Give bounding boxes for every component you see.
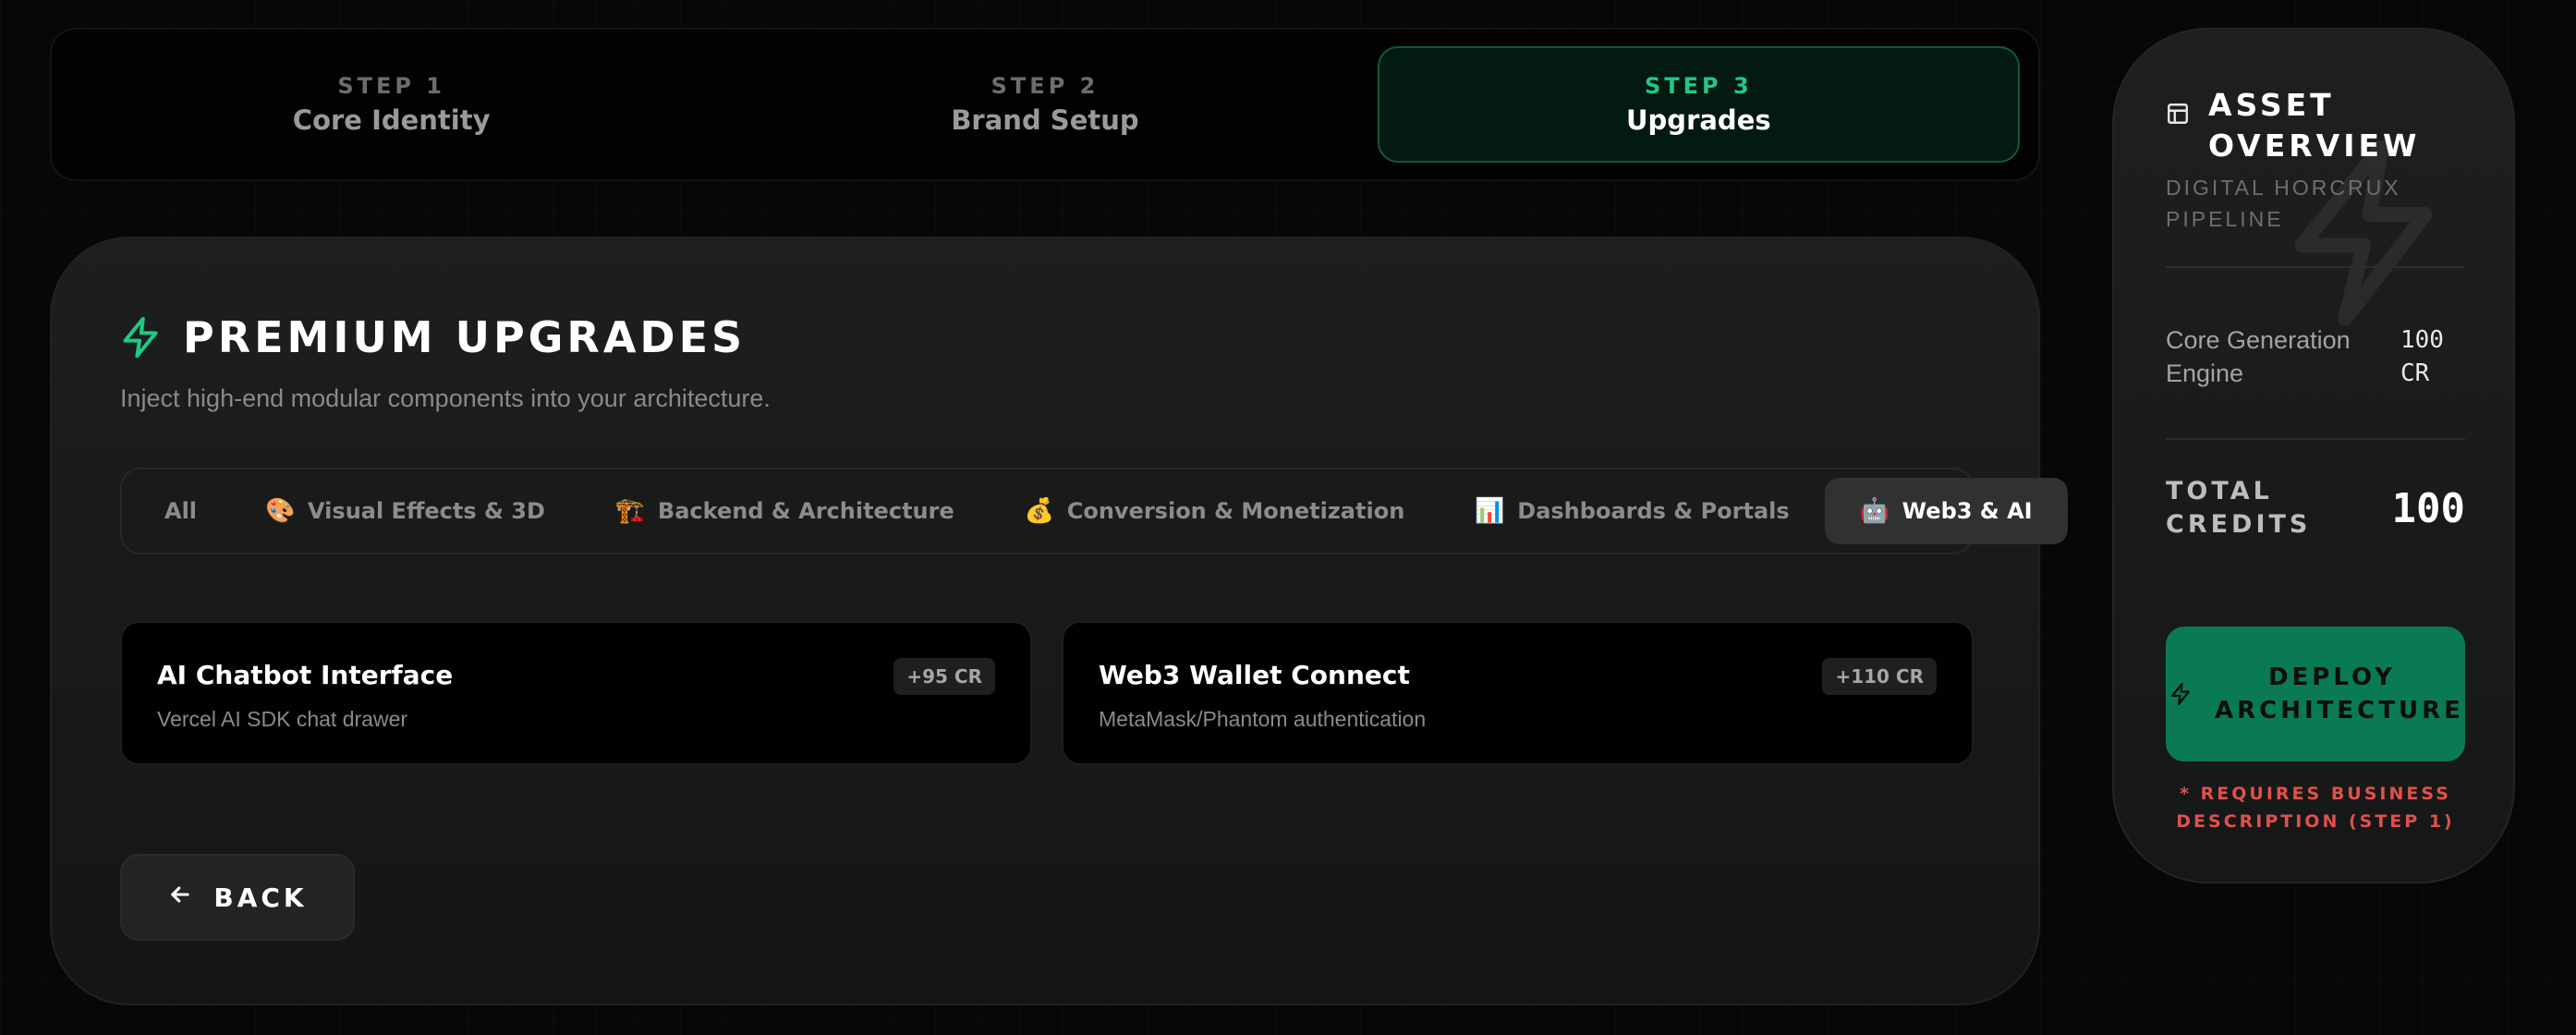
step-name: Core Identity xyxy=(292,104,491,136)
category-tabs: All 🎨 Visual Effects & 3D 🏗️ Backend & A… xyxy=(120,468,2068,554)
tab-web3-ai[interactable]: 🤖 Web3 & AI xyxy=(1824,478,2068,544)
back-label: BACK xyxy=(213,882,308,913)
upgrade-card-ai-chatbot[interactable]: AI Chatbot Interface Vercel AI SDK chat … xyxy=(120,621,1032,765)
card-description: Vercel AI SDK chat drawer xyxy=(157,707,408,731)
step-upgrades[interactable]: STEP 3 Upgrades xyxy=(1377,46,2020,163)
palette-icon: 🎨 xyxy=(265,497,296,525)
back-button[interactable]: BACK xyxy=(120,854,355,941)
overview-title: ASSET OVERVIEW xyxy=(2208,87,2421,164)
panel-header: PREMIUM UPGRADES xyxy=(120,312,746,362)
tab-label: All xyxy=(164,498,198,524)
step-progress-bar: STEP 1 Core Identity STEP 2 Brand Setup … xyxy=(50,28,2040,181)
divider xyxy=(2166,438,2465,440)
tab-label: Dashboards & Portals xyxy=(1517,498,1790,524)
bar-chart-icon: 📊 xyxy=(1475,497,1505,525)
divider xyxy=(2166,266,2465,268)
tab-conversion-monetization[interactable]: 💰 Conversion & Monetization xyxy=(990,478,1440,544)
tab-label: Conversion & Monetization xyxy=(1066,498,1405,524)
step-number: STEP 2 xyxy=(990,73,1100,99)
overview-header: ASSET OVERVIEW xyxy=(2166,85,2430,166)
money-bag-icon: 💰 xyxy=(1024,497,1055,525)
step-brand-setup[interactable]: STEP 2 Brand Setup xyxy=(723,46,1366,163)
tab-label: Backend & Architecture xyxy=(657,498,954,524)
page-title: PREMIUM UPGRADES xyxy=(183,312,747,362)
lightning-bolt-watermark-icon xyxy=(2290,139,2437,330)
arrow-left-icon xyxy=(167,882,193,914)
upgrades-panel: PREMIUM UPGRADES Inject high-end modular… xyxy=(50,237,2068,1005)
step-name: Brand Setup xyxy=(951,104,1139,136)
construction-icon: 🏗️ xyxy=(614,497,646,525)
lightning-bolt-icon xyxy=(2169,682,2192,715)
overview-subtitle: DIGITAL HORCRUX PIPELINE xyxy=(2166,176,2401,231)
robot-icon: 🤖 xyxy=(1859,497,1890,525)
cost-badge: +95 CR xyxy=(893,658,995,695)
line-item-value: 100 CR xyxy=(2400,326,2444,387)
layout-icon xyxy=(2166,102,2190,130)
upgrade-card-web3-wallet[interactable]: Web3 Wallet Connect MetaMask/Phantom aut… xyxy=(1062,621,1974,765)
asset-overview-panel: ASSET OVERVIEW DIGITAL HORCRUX PIPELINE … xyxy=(2112,28,2515,883)
step-core-identity[interactable]: STEP 1 Core Identity xyxy=(70,46,712,163)
requirement-warning: * REQUIRES BUSINESS DESCRIPTION (STEP 1) xyxy=(2176,784,2455,832)
tab-visual-effects[interactable]: 🎨 Visual Effects & 3D xyxy=(230,478,580,544)
step-number: STEP 3 xyxy=(1644,73,1753,99)
tab-label: Web3 & AI xyxy=(1902,498,2033,524)
total-row: TOTAL CREDITS 100 xyxy=(2166,475,2465,542)
card-description: MetaMask/Phantom authentication xyxy=(1099,707,1427,731)
tab-label: Visual Effects & 3D xyxy=(308,498,545,524)
tab-all[interactable]: All xyxy=(129,478,230,544)
deploy-label: DEPLOY ARCHITECTURE xyxy=(2215,664,2464,724)
cost-badge: +110 CR xyxy=(1822,658,1937,695)
step-name: Upgrades xyxy=(1626,104,1771,136)
upgrade-card-list: AI Chatbot Interface Vercel AI SDK chat … xyxy=(120,621,1974,765)
deploy-architecture-button[interactable]: DEPLOY ARCHITECTURE xyxy=(2166,627,2465,761)
card-title: Web3 Wallet Connect xyxy=(1099,660,1410,690)
lightning-bolt-icon xyxy=(120,315,161,359)
step-number: STEP 1 xyxy=(337,73,446,99)
tab-dashboards-portals[interactable]: 📊 Dashboards & Portals xyxy=(1440,478,1824,544)
total-value: 100 xyxy=(2391,484,2465,532)
tab-backend-architecture[interactable]: 🏗️ Backend & Architecture xyxy=(580,478,990,544)
card-title: AI Chatbot Interface xyxy=(157,660,454,690)
line-item-label: Core Generation Engine xyxy=(2166,326,2351,387)
total-label: TOTAL CREDITS xyxy=(2166,477,2312,539)
line-item: Core Generation Engine 100 CR xyxy=(2166,323,2465,390)
page-subtitle: Inject high-end modular components into … xyxy=(120,384,771,412)
